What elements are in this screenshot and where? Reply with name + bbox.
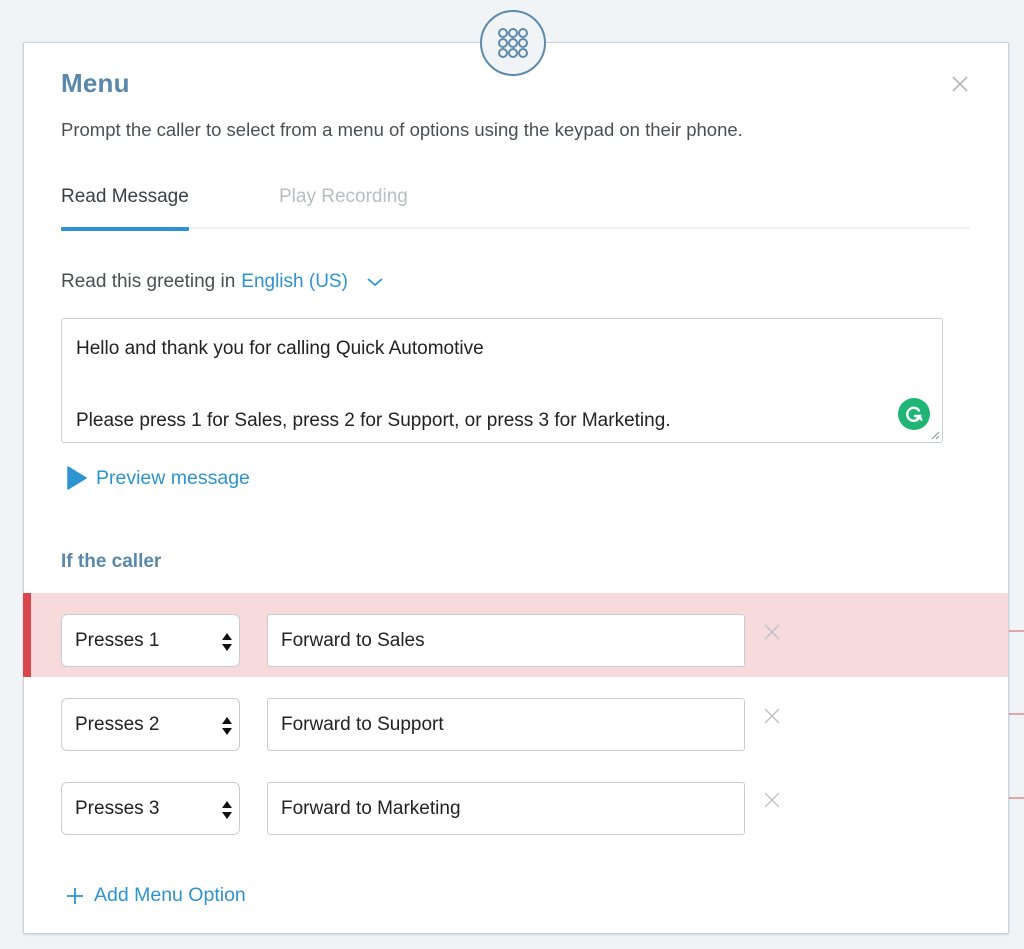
remove-option-icon[interactable] (764, 708, 780, 724)
message-tabs: Read Message Play Recording (61, 182, 970, 231)
action-input[interactable]: Forward to Support (267, 698, 745, 751)
action-input[interactable]: Forward to Sales (267, 614, 745, 667)
chevron-down-icon[interactable] (366, 276, 384, 288)
greeting-line: Hello and thank you for calling Quick Au… (76, 338, 484, 359)
keypress-select[interactable]: Presses 2 (61, 698, 240, 751)
menu-option-row: Presses 2 Forward to Support (23, 677, 1008, 761)
close-icon (952, 76, 968, 92)
language-prefix: Read this greeting in (61, 271, 236, 292)
keypress-select[interactable]: Presses 1 (61, 614, 240, 667)
panel-title: Menu (61, 68, 130, 98)
caller-section-heading: If the caller (61, 551, 162, 572)
add-menu-option-label: Add Menu Option (94, 884, 246, 906)
greeting-line (76, 367, 928, 403)
play-icon (67, 466, 87, 490)
greeting-line: Please press 1 for Sales, press 2 for Su… (76, 410, 671, 431)
keypad-icon (498, 28, 528, 58)
select-arrows-icon (222, 801, 232, 819)
remove-option-icon[interactable] (764, 624, 780, 640)
tab-play-recording[interactable]: Play Recording (279, 186, 408, 229)
language-row: Read this greeting in English (US) (61, 271, 384, 293)
keypress-value: Presses 3 (75, 797, 160, 819)
preview-message-button[interactable]: Preview message (66, 465, 250, 491)
select-arrows-icon (222, 717, 232, 735)
language-select[interactable]: English (US) (241, 271, 348, 293)
greeting-textarea[interactable]: Hello and thank you for calling Quick Au… (61, 318, 943, 443)
plus-icon (67, 887, 83, 904)
add-menu-option-button[interactable]: Add Menu Option (66, 884, 246, 907)
grammarly-g-glyph (906, 406, 923, 422)
keypress-value: Presses 2 (75, 713, 160, 735)
remove-option-icon[interactable] (764, 792, 780, 808)
tab-read-message[interactable]: Read Message (61, 186, 189, 231)
panel-description: Prompt the caller to select from a menu … (61, 119, 743, 140)
preview-message-label: Preview message (96, 466, 250, 489)
menu-node-badge (480, 10, 546, 76)
flow-connector (1008, 797, 1024, 799)
close-button[interactable] (950, 74, 970, 94)
select-arrows-icon (222, 633, 232, 651)
flow-connector (1008, 630, 1024, 632)
canvas: Menu Prompt the caller to select from a … (0, 0, 1024, 949)
resize-handle-icon[interactable] (930, 430, 940, 440)
keypress-value: Presses 1 (75, 629, 160, 651)
action-input[interactable]: Forward to Marketing (267, 782, 745, 835)
menu-option-row: Presses 1 Forward to Sales (23, 593, 1008, 677)
flow-connector (1008, 713, 1024, 715)
menu-option-row: Presses 3 Forward to Marketing (23, 761, 1008, 845)
keypress-select[interactable]: Presses 3 (61, 782, 240, 835)
grammarly-icon[interactable] (898, 398, 930, 430)
